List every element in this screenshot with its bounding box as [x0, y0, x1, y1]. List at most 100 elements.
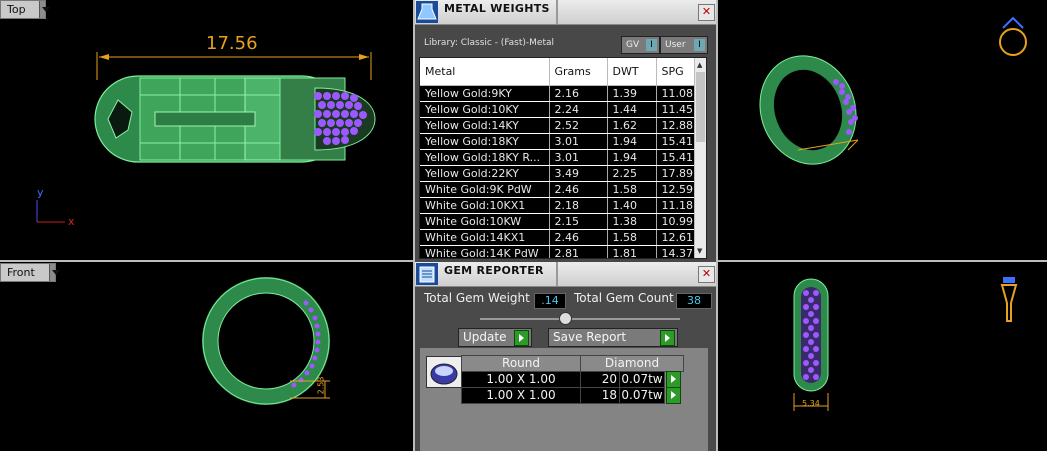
spg-cell: 10.99 — [656, 213, 697, 230]
dimension-label-width: 17.56 — [206, 33, 258, 54]
spg-cell: 11.08 — [656, 85, 697, 102]
grams-cell: 2.52 — [549, 117, 608, 134]
scroll-down-icon[interactable]: ▼ — [697, 247, 702, 255]
spg-cell: 15.41 — [656, 149, 697, 166]
gem-row-go-button[interactable] — [666, 371, 681, 388]
grams-cell: 2.24 — [549, 101, 608, 118]
column-header-grams[interactable]: Grams — [549, 58, 608, 86]
total-gem-weight-value: .14 — [534, 293, 566, 309]
dwt-cell: 1.58 — [607, 181, 657, 198]
table-row[interactable]: White Gold:14K PdW 2.81 1.81 14.37 — [420, 245, 697, 258]
spg-cell: 17.89 — [656, 165, 697, 182]
gv-toggle[interactable]: GV I — [621, 36, 660, 54]
metal-weights-titlebar[interactable]: METAL WEIGHTS ✕ — [414, 0, 718, 25]
ring-front-view-drawing — [202, 277, 330, 405]
gem-shape-header: Round — [461, 355, 581, 372]
update-button[interactable]: Update — [458, 328, 532, 347]
dwt-cell: 1.58 — [607, 229, 657, 246]
table-row[interactable]: Yellow Gold:18KY 3.01 1.94 15.41 — [420, 133, 697, 150]
grams-cell: 2.18 — [549, 197, 608, 214]
metal-cell: Yellow Gold:14KY — [420, 117, 550, 134]
dwt-cell: 2.25 — [607, 165, 657, 182]
grams-cell: 2.81 — [549, 245, 608, 258]
spg-cell: 11.45 — [656, 101, 697, 118]
dimension-label-side: 5.34 — [802, 399, 820, 408]
grams-cell: 2.16 — [549, 85, 608, 102]
table-row[interactable]: White Gold:14KX1 2.46 1.58 12.61 — [420, 229, 697, 246]
total-gem-weight-label: Total Gem Weight — [424, 291, 530, 305]
metal-cell: Yellow Gold:9KY — [420, 85, 550, 102]
table-header-row: Metal Grams DWT SPG — [420, 58, 697, 86]
play-icon — [514, 330, 529, 346]
user-toggle-icon: I — [694, 39, 705, 51]
gem-material-header: Diamond — [580, 355, 684, 372]
gem-row-weight: 0.07tw — [619, 371, 665, 388]
table-row[interactable]: White Gold:10KW 2.15 1.38 10.99 — [420, 213, 697, 230]
gem-row-size: 1.00 X 1.00 — [461, 371, 581, 388]
table-row[interactable]: Yellow Gold:18KY R... 3.01 1.94 15.41 — [420, 149, 697, 166]
report-slider-track[interactable] — [480, 318, 680, 320]
table-row[interactable]: White Gold:9K PdW 2.46 1.58 12.59 — [420, 181, 697, 198]
metal-weights-title: METAL WEIGHTS — [444, 0, 558, 24]
scroll-up-icon[interactable]: ▲ — [697, 61, 702, 69]
dwt-cell: 1.44 — [607, 101, 657, 118]
ring-perspective-view-drawing — [759, 16, 1027, 165]
viewport-front[interactable]: Front 2.53 — [0, 263, 414, 451]
grams-cell: 2.46 — [549, 181, 608, 198]
table-row[interactable]: Yellow Gold:10KY 2.24 1.44 11.45 — [420, 101, 697, 118]
dwt-cell: 1.94 — [607, 133, 657, 150]
column-header-spg[interactable]: SPG — [656, 58, 697, 86]
gv-toggle-icon: I — [646, 39, 657, 51]
metal-cell: Yellow Gold:18KY R... — [420, 149, 550, 166]
gem-row-size: 1.00 X 1.00 — [461, 387, 581, 404]
total-gem-count-label: Total Gem Count — [574, 291, 674, 305]
dwt-cell: 1.40 — [607, 197, 657, 214]
grams-cell: 3.01 — [549, 149, 608, 166]
metal-cell: White Gold:9K PdW — [420, 181, 550, 198]
beaker-icon — [416, 1, 438, 23]
axis-y-label: y — [37, 186, 44, 199]
spg-cell: 12.61 — [656, 229, 697, 246]
table-row[interactable]: Yellow Gold:14KY 2.52 1.62 12.88 — [420, 117, 697, 134]
viewport-side[interactable]: 5.34 — [718, 263, 1047, 451]
viewport-top[interactable]: Top 17.56 y x — [0, 0, 414, 260]
metal-cell: White Gold:10KW — [420, 213, 550, 230]
viewport-divider-right[interactable] — [716, 0, 718, 451]
spg-cell: 14.37 — [656, 245, 697, 258]
gv-toggle-label: GV — [626, 40, 640, 50]
grams-cell: 3.01 — [549, 133, 608, 150]
metal-weights-panel: METAL WEIGHTS ✕ Library: Classic - (Fast… — [414, 0, 718, 262]
dimension-label-height: 2.53 — [316, 376, 326, 395]
spg-cell: 15.41 — [656, 133, 697, 150]
gem-reporter-title: GEM REPORTER — [444, 262, 558, 286]
report-icon — [416, 263, 438, 285]
gem-row-go-button[interactable] — [666, 387, 681, 404]
metal-cell: White Gold:14KX1 — [420, 229, 550, 246]
metal-cell: Yellow Gold:10KY — [420, 101, 550, 118]
table-row[interactable]: Yellow Gold:9KY 2.16 1.39 11.08 — [420, 85, 697, 102]
metal-weights-table: Metal Grams DWT SPG Yellow Gold:9KY 2.16 1… — [419, 57, 707, 259]
round-gem-icon[interactable] — [426, 356, 462, 388]
table-scrollbar[interactable]: ▲ ▼ — [694, 58, 706, 258]
viewport-divider-left[interactable] — [413, 0, 415, 451]
metal-cell: White Gold:10KX1 — [420, 197, 550, 214]
gem-row-weight: 0.07tw — [619, 387, 665, 404]
scroll-thumb[interactable] — [696, 72, 705, 142]
column-header-dwt[interactable]: DWT — [607, 58, 657, 86]
close-icon[interactable]: ✕ — [698, 266, 715, 283]
save-report-button[interactable]: Save Report — [548, 328, 678, 347]
table-row[interactable]: White Gold:10KX1 2.18 1.40 11.18 — [420, 197, 697, 214]
user-toggle[interactable]: User I — [660, 36, 708, 54]
save-report-button-label: Save Report — [553, 330, 627, 344]
column-header-metal[interactable]: Metal — [420, 58, 550, 86]
report-slider-knob[interactable] — [559, 312, 572, 325]
grams-cell: 2.46 — [549, 229, 608, 246]
grams-cell: 2.15 — [549, 213, 608, 230]
viewport-perspective[interactable] — [718, 0, 1047, 260]
total-gem-count-value: 38 — [676, 293, 712, 309]
gem-reporter-titlebar[interactable]: GEM REPORTER ✕ — [414, 262, 718, 287]
ring-side-view-drawing — [793, 277, 1018, 411]
close-icon[interactable]: ✕ — [698, 4, 715, 21]
spg-cell: 12.59 — [656, 181, 697, 198]
table-row[interactable]: Yellow Gold:22KY 3.49 2.25 17.89 — [420, 165, 697, 182]
